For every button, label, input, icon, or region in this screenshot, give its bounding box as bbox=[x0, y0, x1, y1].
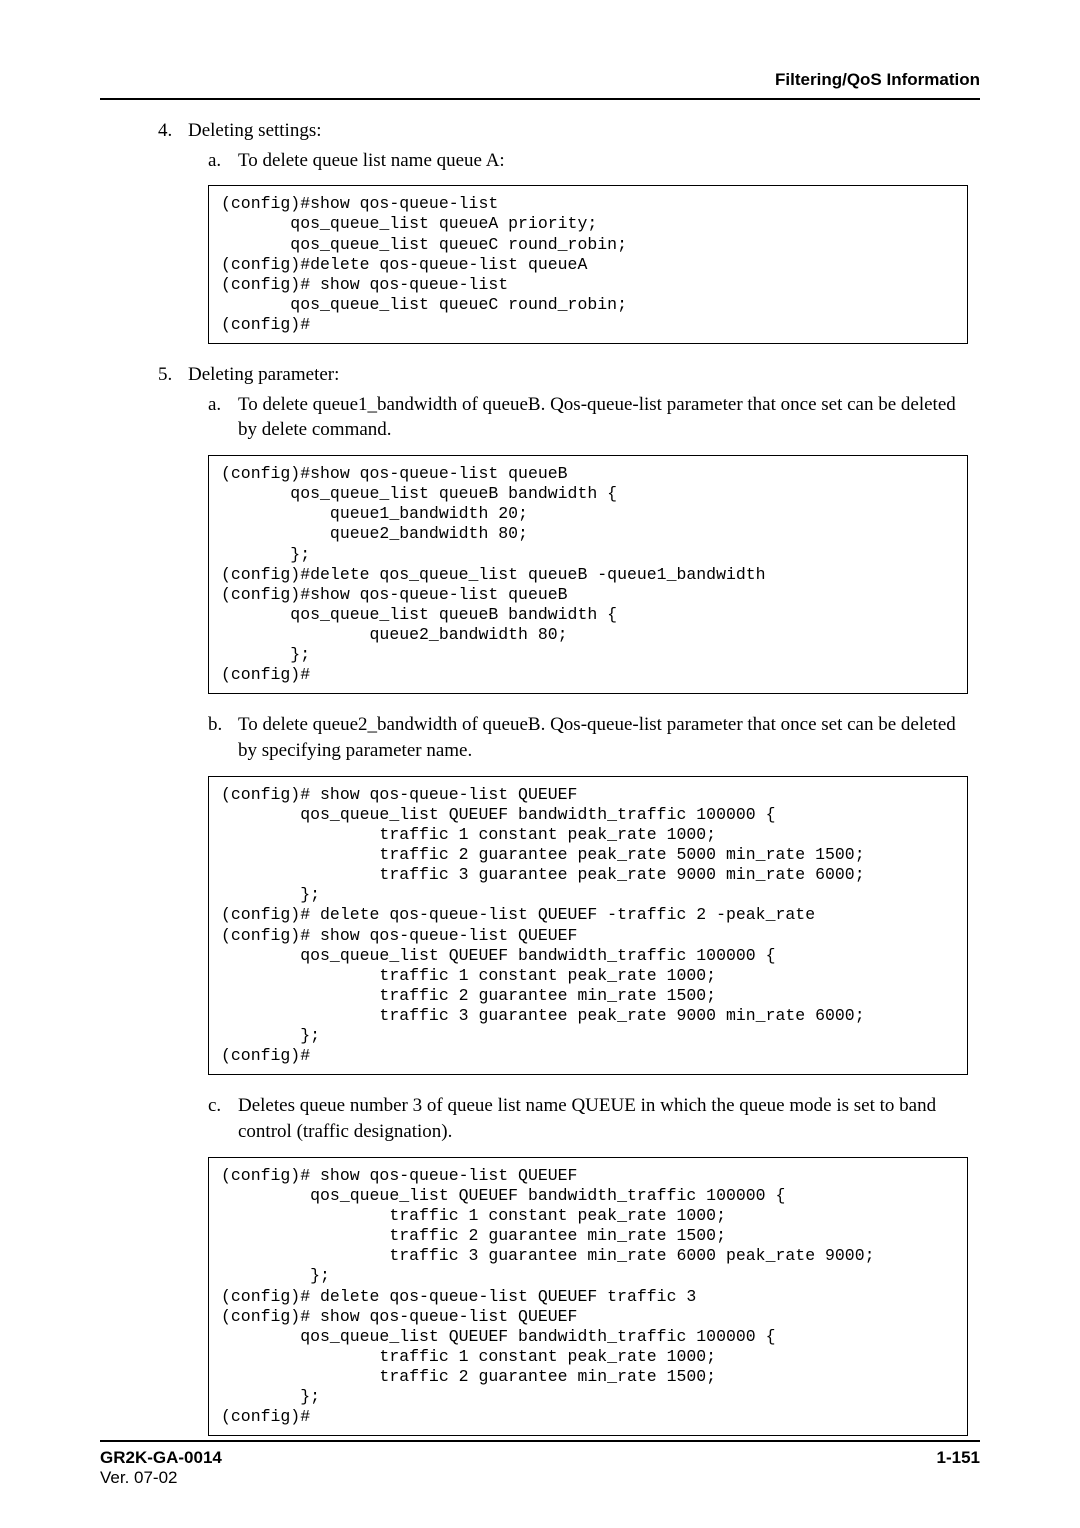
item-number: 4. bbox=[158, 118, 188, 144]
list-item-4: 4. Deleting settings: bbox=[158, 118, 980, 144]
sub-item-5b: b. To delete queue2_bandwidth of queueB.… bbox=[208, 712, 980, 763]
sub-item-letter: a. bbox=[208, 148, 238, 174]
page-footer: GR2K-GA-0014 Ver. 07-02 1-151 bbox=[100, 1448, 980, 1488]
code-block-4a: (config)#show qos-queue-list qos_queue_l… bbox=[208, 185, 968, 344]
sub-item-letter: b. bbox=[208, 712, 238, 738]
page-number: 1-151 bbox=[937, 1448, 980, 1488]
running-header: Filtering/QoS Information bbox=[100, 70, 980, 90]
item-title: Deleting settings: bbox=[188, 118, 322, 144]
header-rule bbox=[100, 98, 980, 100]
header-title: Filtering/QoS Information bbox=[775, 70, 980, 89]
doc-version: Ver. 07-02 bbox=[100, 1468, 178, 1487]
footer-left: GR2K-GA-0014 Ver. 07-02 bbox=[100, 1448, 222, 1488]
sub-item-4a: a. To delete queue list name queue A: bbox=[208, 148, 980, 174]
sub-item-text: Deletes queue number 3 of queue list nam… bbox=[238, 1093, 958, 1144]
code-block-5b: (config)# show qos-queue-list QUEUEF qos… bbox=[208, 776, 968, 1076]
sub-item-letter: a. bbox=[208, 392, 238, 418]
item-title: Deleting parameter: bbox=[188, 362, 339, 388]
doc-id: GR2K-GA-0014 bbox=[100, 1448, 222, 1467]
sub-item-text: To delete queue list name queue A: bbox=[238, 148, 505, 174]
sub-item-5a: a. To delete queue1_bandwidth of queueB.… bbox=[208, 392, 980, 443]
sub-item-text: To delete queue2_bandwidth of queueB. Qo… bbox=[238, 712, 958, 763]
sub-item-letter: c. bbox=[208, 1093, 238, 1119]
footer-rule bbox=[100, 1440, 980, 1442]
item-number: 5. bbox=[158, 362, 188, 388]
code-block-5a: (config)#show qos-queue-list queueB qos_… bbox=[208, 455, 968, 694]
list-item-5: 5. Deleting parameter: bbox=[158, 362, 980, 388]
sub-item-5c: c. Deletes queue number 3 of queue list … bbox=[208, 1093, 980, 1144]
code-block-5c: (config)# show qos-queue-list QUEUEF qos… bbox=[208, 1157, 968, 1437]
sub-item-text: To delete queue1_bandwidth of queueB. Qo… bbox=[238, 392, 958, 443]
